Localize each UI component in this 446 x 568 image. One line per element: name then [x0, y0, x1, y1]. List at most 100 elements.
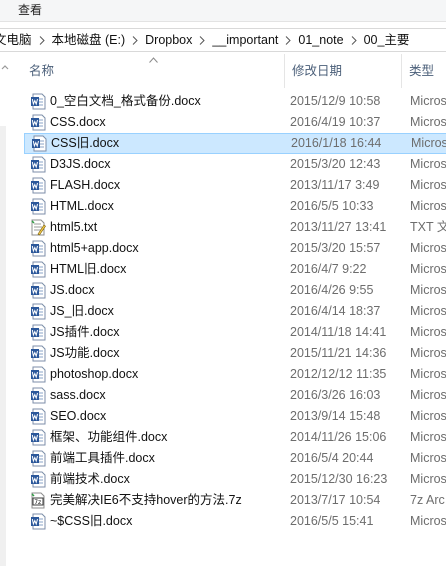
navigation-scrollbar-thumb[interactable] — [0, 126, 6, 566]
file-name: CSS旧.docx — [51, 136, 120, 150]
ribbon-tab-view[interactable]: 查看 — [13, 2, 47, 19]
file-date: 2016/5/5 10:33 — [290, 199, 374, 213]
file-row[interactable]: ~$CSS旧.docx 2016/5/5 15:41 Micros — [24, 511, 446, 532]
file-name: FLASH.docx — [50, 178, 121, 192]
file-row[interactable]: JS功能.docx 2015/11/21 14:36 Micros — [24, 343, 446, 364]
word-doc-icon — [31, 240, 46, 257]
breadcrumb: 文电脑本地磁盘 (E:) Dropbox __important 01_note 00_… — [0, 29, 412, 51]
word-doc-icon — [31, 114, 46, 131]
breadcrumb-item[interactable]: 本地磁盘 (E:) — [49, 29, 129, 51]
file-date: 2012/12/12 11:35 — [290, 367, 387, 381]
file-date: 2016/4/26 9:55 — [290, 283, 374, 297]
column-header-type[interactable]: 类型 — [401, 54, 446, 88]
file-row[interactable]: photoshop.docx 2012/12/12 11:35 Micros — [24, 364, 446, 385]
file-name: 前端技术.docx — [50, 472, 130, 486]
file-type: Micros — [410, 325, 446, 339]
file-row[interactable]: CSS旧.docx 2016/1/18 16:44 Micros — [24, 133, 446, 154]
column-header-date[interactable]: 修改日期 — [284, 54, 401, 88]
file-date: 2013/11/17 3:49 — [290, 178, 380, 192]
file-row[interactable]: D3JS.docx 2015/3/20 12:43 Micros — [24, 154, 446, 175]
file-date: 2013/7/17 10:54 — [290, 493, 381, 507]
chevron-up-icon[interactable] — [0, 62, 10, 72]
word-doc-icon — [31, 177, 46, 194]
file-name: JS功能.docx — [50, 346, 120, 360]
file-date: 2015/3/20 15:57 — [290, 241, 381, 255]
file-name: ~$CSS旧.docx — [50, 514, 133, 528]
file-row[interactable]: HTML.docx 2016/5/5 10:33 Micros — [24, 196, 446, 217]
chevron-right-icon[interactable] — [347, 29, 361, 51]
file-name: photoshop.docx — [50, 367, 139, 381]
word-doc-icon — [31, 345, 46, 362]
file-name: 框架、功能组件.docx — [50, 430, 168, 444]
archive-7z-icon: 7z — [31, 492, 45, 509]
file-row[interactable]: html5.txt 2013/11/27 13:41 TXT 文 — [24, 217, 446, 238]
chevron-right-icon[interactable] — [128, 29, 142, 51]
file-type: Micros — [410, 514, 446, 528]
word-doc-icon — [31, 156, 46, 173]
file-row[interactable]: 7z 完美解决IE6不支持hover的方法.7z 2013/7/17 10:54 7z… — [24, 490, 446, 511]
word-doc-icon — [31, 387, 46, 404]
file-name: 前端工具插件.docx — [50, 451, 155, 465]
file-type: 7z Arc — [410, 493, 445, 507]
file-type: Micros — [410, 472, 446, 486]
file-type: Micros — [411, 136, 446, 150]
file-date: 2015/3/20 12:43 — [290, 157, 381, 171]
file-name: JS.docx — [50, 283, 95, 297]
file-date: 2013/11/27 13:41 — [290, 220, 387, 234]
address-bar[interactable]: 文电脑本地磁盘 (E:) Dropbox __important 01_note 00_… — [0, 28, 446, 52]
file-name: html5.txt — [50, 220, 98, 234]
file-row[interactable]: 前端技术.docx 2015/12/30 16:23 Micros — [24, 469, 446, 490]
file-type: Micros — [410, 241, 446, 255]
chevron-right-icon[interactable] — [281, 29, 295, 51]
file-type: Micros — [410, 115, 446, 129]
word-doc-icon — [31, 198, 46, 215]
file-name: JS_旧.docx — [50, 304, 114, 318]
file-row[interactable]: 框架、功能组件.docx 2014/11/26 15:06 Micros — [24, 427, 446, 448]
file-row[interactable]: FLASH.docx 2013/11/17 3:49 Micros — [24, 175, 446, 196]
column-header-row: 名称 修改日期 类型 — [11, 54, 446, 88]
file-date: 2013/9/14 15:48 — [290, 409, 381, 423]
column-header-name[interactable]: 名称 — [22, 54, 277, 88]
file-type: Micros — [410, 304, 446, 318]
word-doc-icon — [31, 303, 46, 320]
word-doc-icon — [31, 471, 46, 488]
file-date: 2016/4/7 9:22 — [290, 262, 367, 276]
file-type: Micros — [410, 199, 446, 213]
file-type: Micros — [410, 430, 446, 444]
file-name: 完美解决IE6不支持hover的方法.7z — [50, 493, 242, 507]
file-row[interactable]: sass.docx 2016/3/26 16:03 Micros — [24, 385, 446, 406]
file-row[interactable]: JS.docx 2016/4/26 9:55 Micros — [24, 280, 446, 301]
file-date: 2015/12/9 10:58 — [290, 94, 381, 108]
breadcrumb-item[interactable]: 01_note — [295, 29, 346, 51]
file-name: CSS.docx — [50, 115, 106, 129]
file-row[interactable]: CSS.docx 2016/4/19 10:37 Micros — [24, 112, 446, 133]
breadcrumb-item[interactable]: Dropbox — [142, 29, 195, 51]
ribbon-bar: 查看 — [0, 0, 446, 22]
file-row[interactable]: HTML旧.docx 2016/4/7 9:22 Micros — [24, 259, 446, 280]
file-type: Micros — [410, 451, 446, 465]
file-row[interactable]: SEO.docx 2013/9/14 15:48 Micros — [24, 406, 446, 427]
breadcrumb-item[interactable]: 文电脑 — [0, 29, 35, 51]
chevron-right-icon[interactable] — [195, 29, 209, 51]
file-date: 2016/1/18 16:44 — [291, 136, 382, 150]
file-name: sass.docx — [50, 388, 106, 402]
file-type: Micros — [410, 94, 446, 108]
file-date: 2016/4/14 18:37 — [290, 304, 381, 318]
breadcrumb-item[interactable]: __important — [209, 29, 281, 51]
file-name: HTML旧.docx — [50, 262, 127, 276]
file-type: Micros — [410, 157, 446, 171]
file-row[interactable]: 前端工具插件.docx 2016/5/4 20:44 Micros — [24, 448, 446, 469]
file-row[interactable]: html5+app.docx 2015/3/20 15:57 Micros — [24, 238, 446, 259]
file-row[interactable]: JS插件.docx 2014/11/18 14:41 Micros — [24, 322, 446, 343]
file-name: SEO.docx — [50, 409, 107, 423]
svg-text:7z: 7z — [34, 499, 41, 506]
file-date: 2014/11/26 15:06 — [290, 430, 387, 444]
breadcrumb-item[interactable]: 00_主要 — [361, 29, 413, 51]
chevron-right-icon[interactable] — [35, 29, 49, 51]
file-type: Micros — [410, 283, 446, 297]
file-date: 2014/11/18 14:41 — [290, 325, 387, 339]
file-type: TXT 文 — [410, 220, 446, 234]
file-row[interactable]: JS_旧.docx 2016/4/14 18:37 Micros — [24, 301, 446, 322]
word-doc-icon — [31, 450, 46, 467]
file-row[interactable]: 0_空白文档_格式备份.docx 2015/12/9 10:58 Micros — [24, 91, 446, 112]
